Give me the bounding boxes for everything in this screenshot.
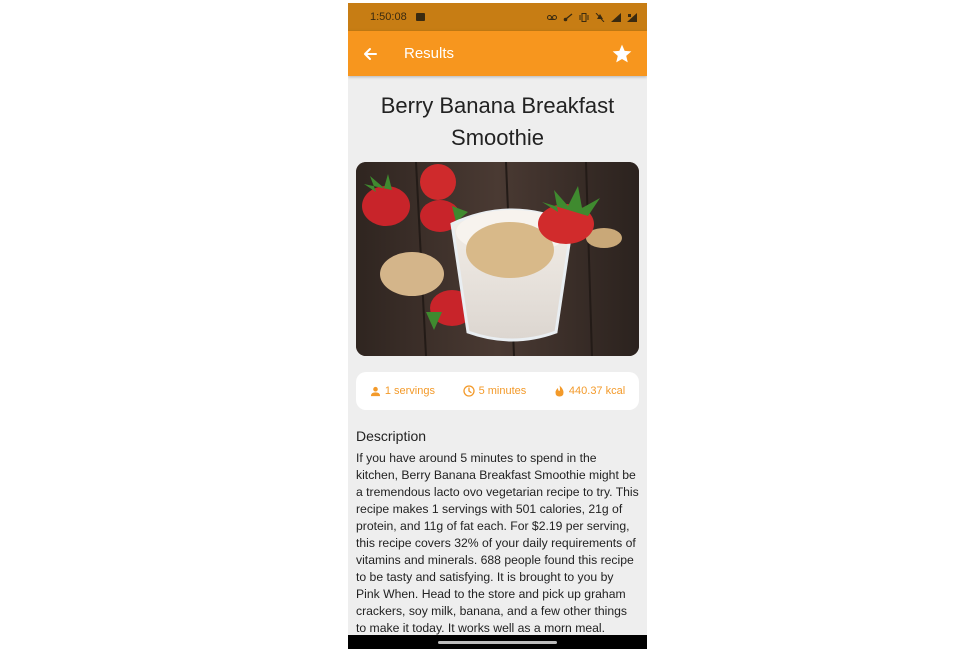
system-nav-bar xyxy=(348,635,647,649)
description-text: If you have around 5 minutes to spend in… xyxy=(356,451,639,649)
flame-icon xyxy=(555,385,564,397)
home-gesture-handle[interactable] xyxy=(438,641,557,644)
recipe-info-card: 1 servings 5 minutes 440.37 kcal xyxy=(356,372,639,410)
battery-icon xyxy=(627,12,637,22)
recipe-content: Berry Banana Breakfast Smoothie 1 servin… xyxy=(348,90,647,649)
smoothie-photo xyxy=(356,162,639,356)
calories-value: 440.37 kcal xyxy=(568,385,626,397)
description-heading: Description xyxy=(356,428,427,444)
mute-icon xyxy=(595,12,605,22)
phone-screen: 1:50:08 Results Berry Banana Breakfast S… xyxy=(348,3,647,649)
recipe-image xyxy=(356,162,639,356)
back-arrow-icon[interactable] xyxy=(362,46,378,62)
calories-info: 440.37 kcal xyxy=(554,385,625,397)
time-info: 5 minutes xyxy=(462,385,527,397)
status-bar: 1:50:08 xyxy=(348,3,647,31)
wifi-signal-icon xyxy=(611,12,621,22)
clock-icon xyxy=(462,385,475,397)
person-icon xyxy=(370,386,380,396)
gallery-notification-icon xyxy=(415,13,425,21)
key-icon xyxy=(563,12,573,21)
servings-value: 1 servings xyxy=(384,385,435,397)
servings-info: 1 servings xyxy=(370,385,435,397)
vibrate-icon xyxy=(579,12,589,22)
time-value: 5 minutes xyxy=(478,385,527,397)
app-bar-title: Results xyxy=(404,45,455,62)
status-time: 1:50:08 xyxy=(370,11,407,23)
voicemail-icon xyxy=(547,14,557,20)
recipe-title: Berry Banana Breakfast Smoothie xyxy=(380,93,615,150)
favorite-star-icon[interactable] xyxy=(611,43,633,65)
app-bar: Results xyxy=(348,31,647,76)
